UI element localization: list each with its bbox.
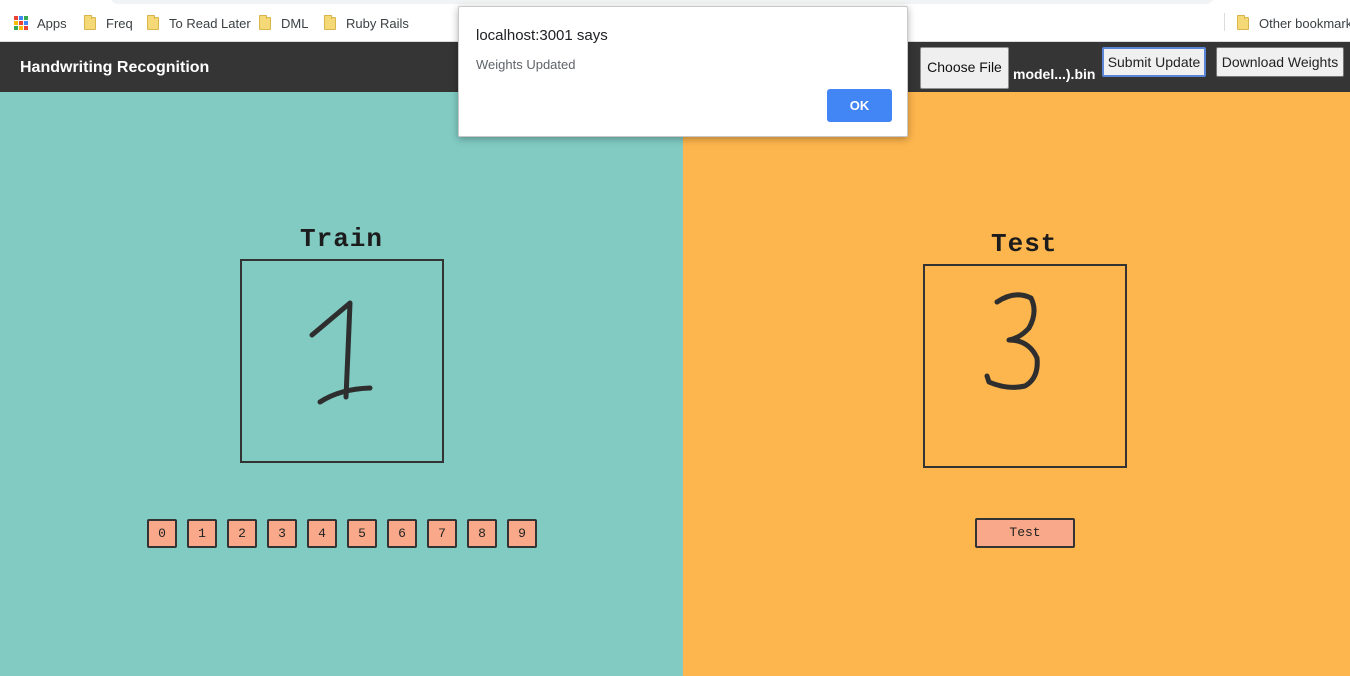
bookmark-apps[interactable]: Apps bbox=[14, 14, 67, 32]
apps-grid-icon bbox=[14, 16, 28, 30]
folder-icon bbox=[147, 14, 159, 30]
dialog-message: Weights Updated bbox=[476, 57, 576, 72]
bookmark-freq[interactable]: Freq bbox=[84, 14, 133, 32]
train-canvas[interactable] bbox=[240, 259, 444, 463]
test-button[interactable]: Test bbox=[975, 518, 1075, 548]
folder-icon bbox=[1237, 14, 1249, 30]
address-bar-edge bbox=[110, 0, 1214, 4]
bookmark-other[interactable]: Other bookmarks bbox=[1237, 14, 1350, 32]
folder-icon bbox=[259, 14, 271, 30]
submit-update-button[interactable]: Submit Update bbox=[1102, 47, 1206, 77]
bookmark-other-label: Other bookmarks bbox=[1259, 15, 1350, 31]
bookmark-label: Freq bbox=[106, 15, 133, 31]
bookmark-apps-label: Apps bbox=[37, 15, 67, 31]
bookmarks-divider bbox=[1224, 13, 1225, 31]
bookmark-dml[interactable]: DML bbox=[259, 14, 308, 32]
choose-file-button[interactable]: Choose File bbox=[920, 47, 1009, 89]
digit-button-6[interactable]: 6 bbox=[387, 519, 417, 548]
drawn-digit-three bbox=[984, 292, 1040, 390]
bookmark-label: DML bbox=[281, 15, 309, 31]
bookmark-label: To Read Later bbox=[169, 15, 251, 31]
download-weights-button[interactable]: Download Weights bbox=[1216, 47, 1344, 77]
digit-button-8[interactable]: 8 bbox=[467, 519, 497, 548]
digit-button-0[interactable]: 0 bbox=[147, 519, 177, 548]
alert-dialog: localhost:3001 says Weights Updated OK bbox=[458, 6, 908, 137]
bookmark-label: Ruby Rails bbox=[346, 15, 409, 31]
test-heading: Test bbox=[991, 229, 1058, 259]
bookmark-ruby-rails[interactable]: Ruby Rails bbox=[324, 14, 409, 32]
digit-button-9[interactable]: 9 bbox=[507, 519, 537, 548]
digit-button-4[interactable]: 4 bbox=[307, 519, 337, 548]
digit-button-7[interactable]: 7 bbox=[427, 519, 457, 548]
digit-button-1[interactable]: 1 bbox=[187, 519, 217, 548]
app-title: Handwriting Recognition bbox=[20, 59, 210, 76]
digit-button-5[interactable]: 5 bbox=[347, 519, 377, 548]
dialog-ok-button[interactable]: OK bbox=[827, 89, 892, 122]
drawn-digit-one bbox=[309, 300, 373, 405]
train-heading: Train bbox=[300, 224, 384, 254]
folder-icon bbox=[84, 14, 96, 30]
digit-button-3[interactable]: 3 bbox=[267, 519, 297, 548]
test-canvas[interactable] bbox=[923, 264, 1127, 468]
bookmark-to-read-later[interactable]: To Read Later bbox=[147, 14, 251, 32]
dialog-title: localhost:3001 says bbox=[476, 27, 608, 44]
folder-icon bbox=[324, 14, 336, 30]
digit-button-2[interactable]: 2 bbox=[227, 519, 257, 548]
selected-file-name: model...).bin bbox=[1013, 66, 1096, 82]
